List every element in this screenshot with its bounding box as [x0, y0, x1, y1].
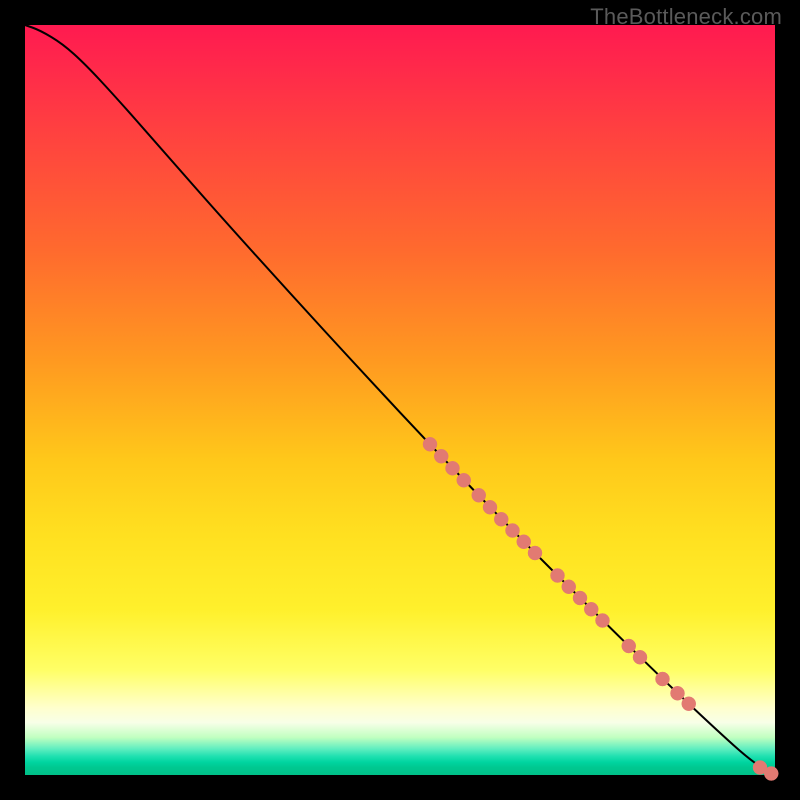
data-point	[446, 461, 460, 475]
data-point	[622, 639, 636, 653]
data-point	[506, 524, 520, 538]
data-point	[562, 580, 576, 594]
data-point	[671, 686, 685, 700]
data-point	[528, 546, 542, 560]
plot-background	[25, 25, 775, 775]
data-point	[434, 449, 448, 463]
data-point	[551, 569, 565, 583]
curve-line	[25, 25, 775, 775]
data-point	[596, 614, 610, 628]
data-point	[517, 535, 531, 549]
data-markers	[423, 437, 778, 780]
data-point	[682, 697, 696, 711]
data-point	[656, 672, 670, 686]
data-point	[494, 512, 508, 526]
chart-frame: TheBottleneck.com	[0, 0, 800, 800]
data-point	[483, 500, 497, 514]
chart-svg	[25, 25, 775, 775]
data-point	[472, 488, 486, 502]
data-point	[423, 437, 437, 451]
data-point	[573, 591, 587, 605]
data-point	[764, 767, 778, 781]
watermark-text: TheBottleneck.com	[590, 4, 782, 30]
data-point	[584, 602, 598, 616]
data-point	[633, 650, 647, 664]
data-point	[457, 473, 471, 487]
